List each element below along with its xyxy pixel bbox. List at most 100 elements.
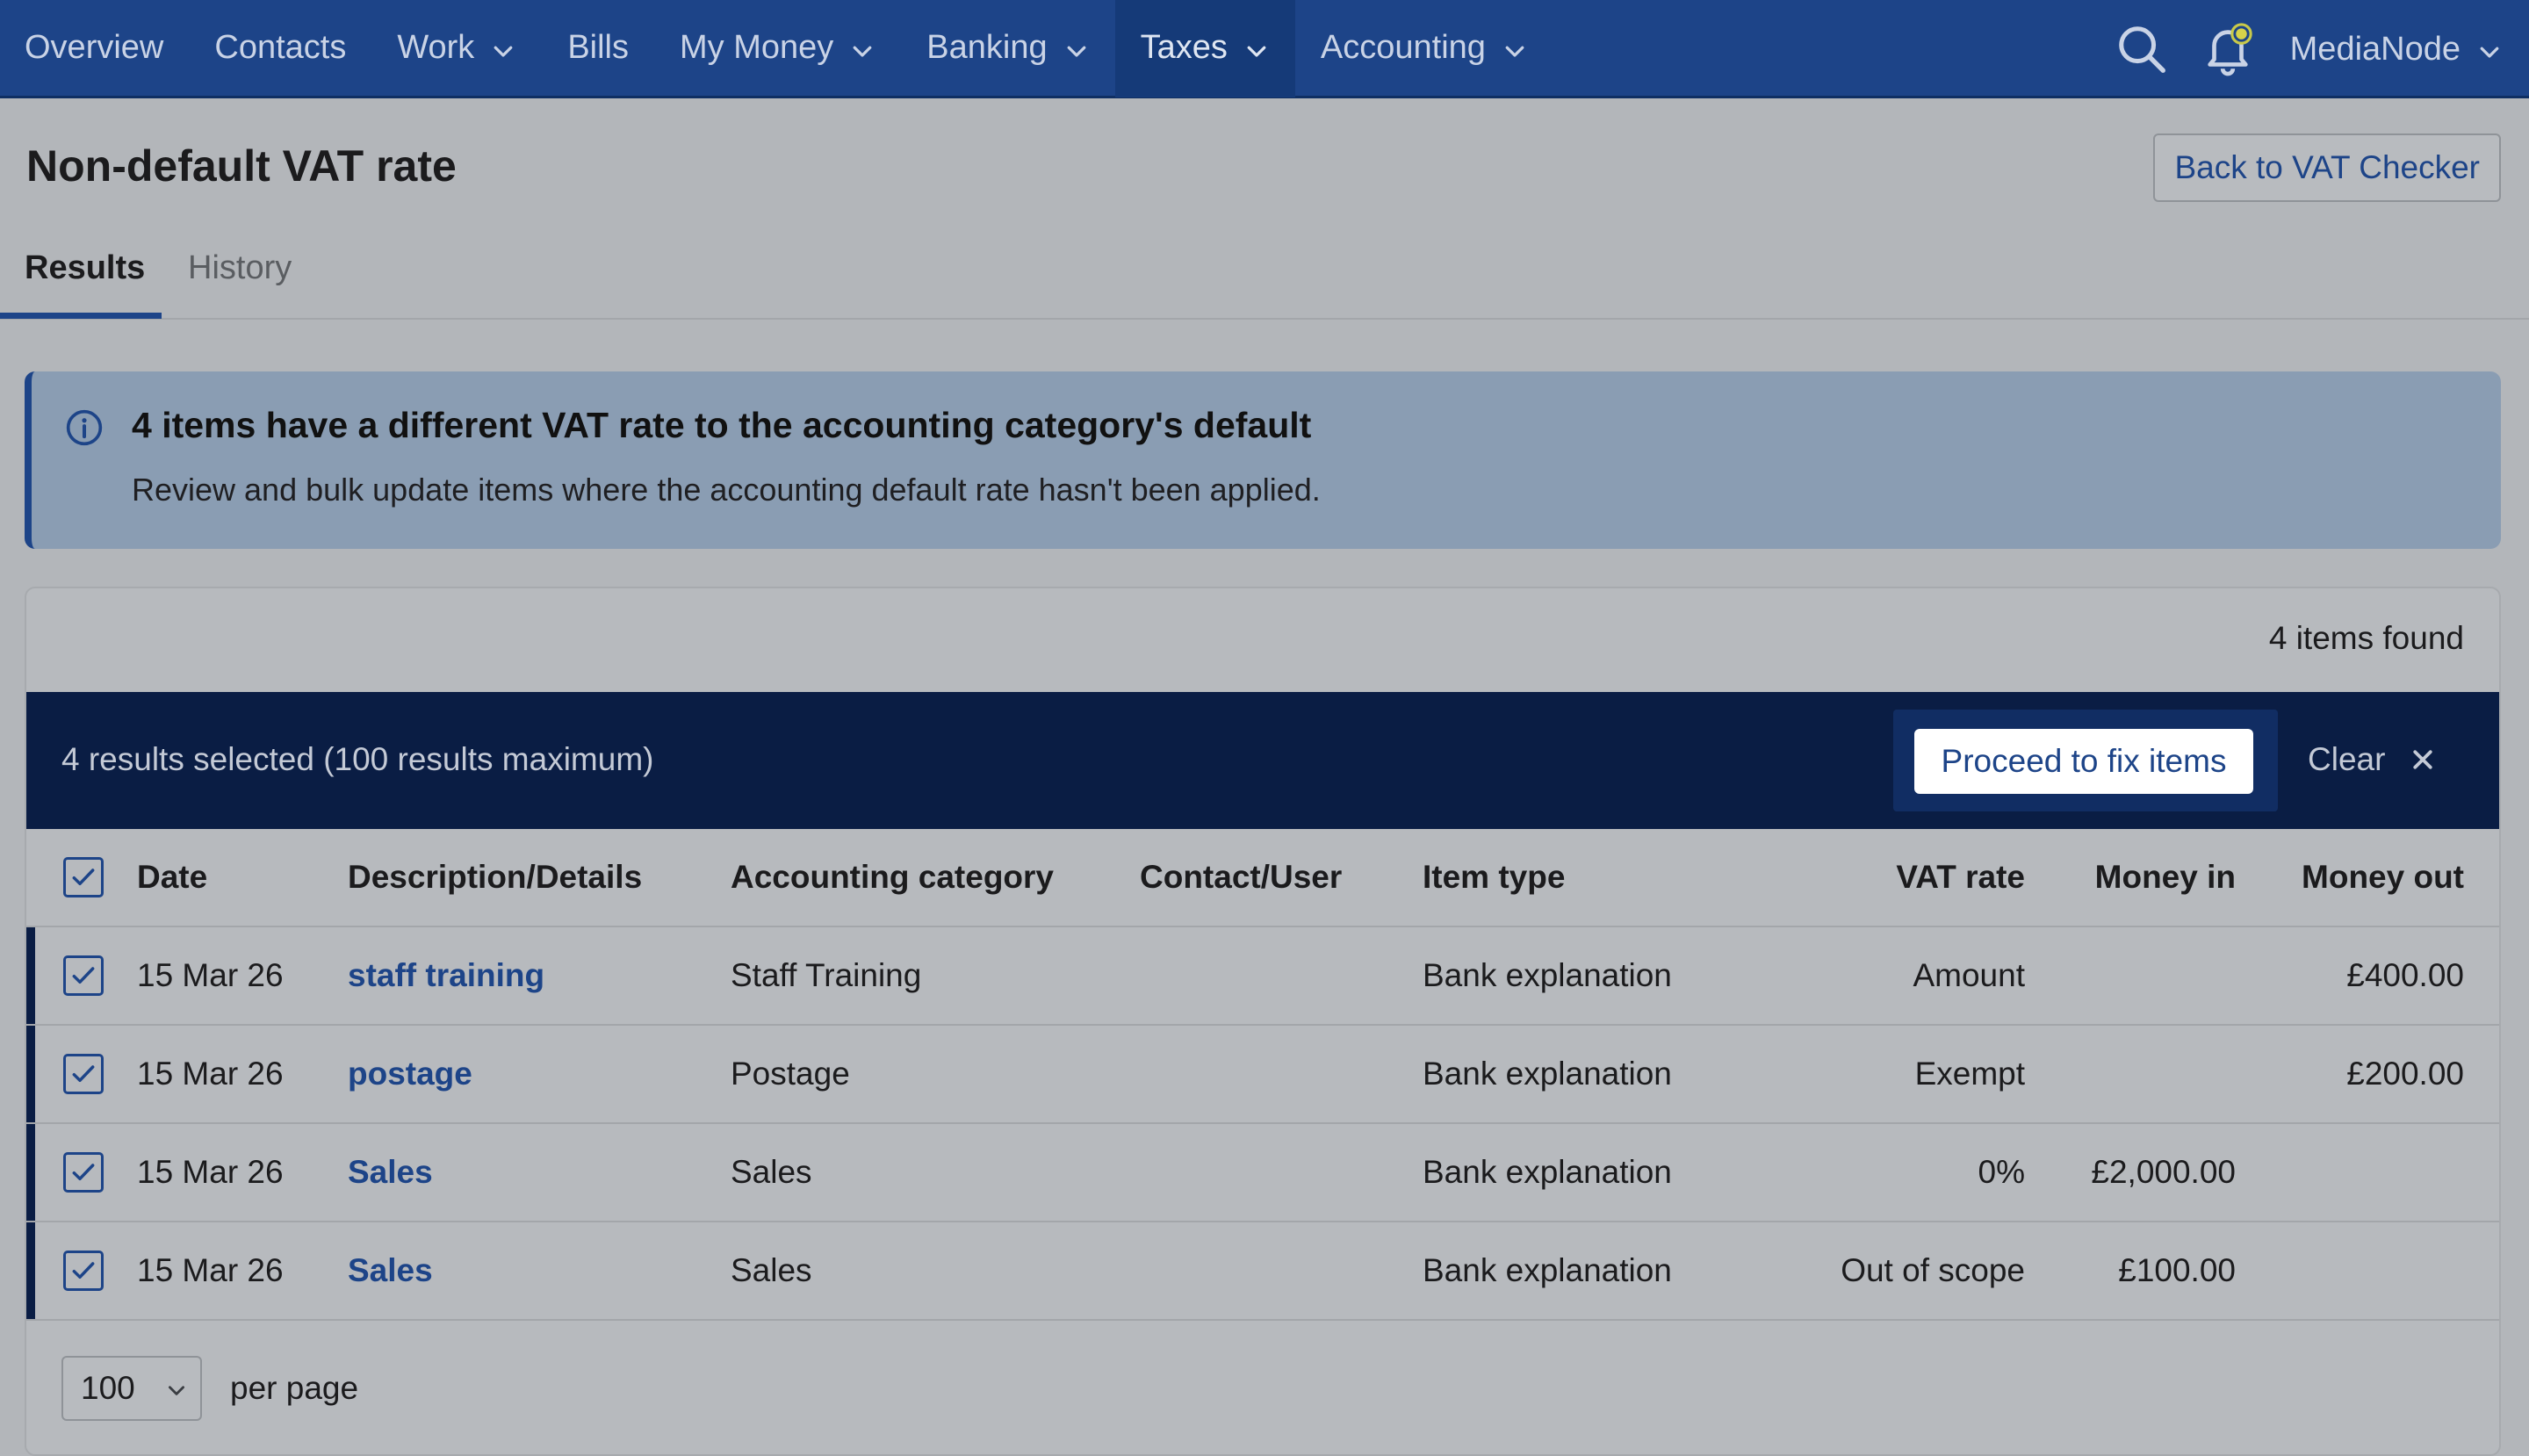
row-checkbox[interactable]: [63, 1251, 104, 1291]
nav-item-accounting[interactable]: Accounting: [1295, 0, 1553, 97]
row-contact: [1140, 1124, 1421, 1221]
tab-bar: Results History: [0, 235, 2529, 320]
results-table: Date Description/Details Accounting cate…: [26, 829, 2499, 1321]
close-icon: [2413, 750, 2433, 769]
per-page-value: 100: [81, 1370, 135, 1406]
back-to-vat-checker-button[interactable]: Back to VAT Checker: [2153, 133, 2501, 202]
chevron-down-icon: [2476, 36, 2503, 62]
check-icon: [72, 1262, 95, 1279]
row-money-in: [2025, 1026, 2236, 1122]
nav-item-work[interactable]: Work: [371, 0, 542, 97]
row-money-out: [2236, 1222, 2464, 1319]
row-date: 15 Mar 26: [137, 957, 284, 993]
nav-label: Taxes: [1140, 29, 1228, 66]
check-icon: [72, 967, 95, 984]
nav-item-my-money[interactable]: My Money: [654, 0, 901, 97]
chevron-down-icon: [1502, 35, 1528, 61]
per-page-select[interactable]: 100: [61, 1356, 202, 1421]
info-icon: [65, 408, 104, 447]
info-alert: 4 items have a different VAT rate to the…: [25, 371, 2501, 549]
column-header-date[interactable]: Date: [137, 829, 313, 926]
row-money-in: £2,000.00: [2091, 1154, 2236, 1190]
check-icon: [72, 1164, 95, 1181]
per-page-label: per page: [230, 1370, 359, 1406]
proceed-to-fix-items-button[interactable]: Proceed to fix items: [1914, 729, 2253, 794]
table-header: Date Description/Details Accounting cate…: [26, 829, 2499, 927]
table-row[interactable]: 15 Mar 26 postage Postage Bank explanati…: [26, 1026, 2499, 1124]
nav-label: Overview: [25, 29, 164, 66]
column-header-money-out[interactable]: Money out: [2236, 829, 2464, 926]
row-category: Postage: [731, 1056, 850, 1092]
nav-items: Overview Contacts Work Bills My Money Ba…: [0, 0, 1553, 97]
row-vat-rate: 0%: [1978, 1154, 2025, 1190]
nav-right: MediaNode: [2115, 0, 2529, 98]
nav-label: Banking: [926, 29, 1048, 66]
row-money-out: £200.00: [2346, 1056, 2464, 1092]
user-name: MediaNode: [2289, 30, 2461, 68]
selection-summary: 4 results selected (100 results maximum): [61, 741, 654, 777]
top-navigation: Overview Contacts Work Bills My Money Ba…: [0, 0, 2529, 98]
row-date: 15 Mar 26: [137, 1056, 284, 1092]
select-all-checkbox[interactable]: [63, 857, 104, 897]
row-money-in: £100.00: [2118, 1252, 2236, 1288]
row-checkbox[interactable]: [63, 1152, 104, 1193]
column-header-vat-rate[interactable]: VAT rate: [1695, 829, 2025, 926]
column-header-money-in[interactable]: Money in: [2025, 829, 2236, 926]
search-icon[interactable]: [2115, 22, 2169, 76]
selection-bar: 4 results selected (100 results maximum)…: [26, 692, 2499, 829]
row-contact: [1140, 1222, 1421, 1319]
table-row[interactable]: 15 Mar 26 staff training Staff Training …: [26, 927, 2499, 1026]
row-description-link[interactable]: staff training: [348, 927, 717, 1024]
active-tab-indicator: [0, 313, 162, 319]
column-header-contact[interactable]: Contact/User: [1140, 829, 1421, 926]
chevron-down-icon: [849, 35, 875, 61]
tab-results[interactable]: Results: [25, 249, 145, 287]
nav-label: Bills: [567, 29, 629, 66]
row-contact: [1140, 1026, 1421, 1122]
tab-history[interactable]: History: [188, 249, 292, 287]
nav-item-bills[interactable]: Bills: [542, 0, 654, 97]
row-money-out: £400.00: [2346, 957, 2464, 993]
page-title: Non-default VAT rate: [26, 141, 457, 191]
nav-item-banking[interactable]: Banking: [901, 0, 1114, 97]
nav-item-taxes[interactable]: Taxes: [1114, 0, 1295, 97]
alert-title: 4 items have a different VAT rate to the…: [132, 405, 1312, 445]
check-icon: [72, 1065, 95, 1083]
chevron-down-icon: [1063, 35, 1090, 61]
row-money-in: [2025, 927, 2236, 1024]
alert-body: Review and bulk update items where the a…: [132, 472, 1321, 508]
table-row[interactable]: 15 Mar 26 Sales Sales Bank explanation O…: [26, 1222, 2499, 1321]
row-category: Sales: [731, 1252, 812, 1288]
nav-label: Work: [397, 29, 475, 66]
proceed-button-focus-ring: Proceed to fix items: [1893, 710, 2278, 811]
table-row[interactable]: 15 Mar 26 Sales Sales Bank explanation 0…: [26, 1124, 2499, 1222]
row-description-link[interactable]: Sales: [348, 1124, 717, 1221]
chevron-down-icon: [490, 35, 516, 61]
row-description-link[interactable]: Sales: [348, 1222, 717, 1319]
row-description-link[interactable]: postage: [348, 1026, 717, 1122]
items-found-count: 4 items found: [2268, 620, 2464, 656]
column-header-category[interactable]: Accounting category: [731, 829, 1135, 926]
check-icon: [72, 869, 95, 886]
pagination: 100 per page: [61, 1356, 358, 1421]
column-header-description[interactable]: Description/Details: [348, 829, 717, 926]
bell-icon[interactable]: [2201, 22, 2255, 76]
row-money-out: [2236, 1124, 2464, 1221]
row-checkbox[interactable]: [63, 1054, 104, 1094]
row-contact: [1140, 927, 1421, 1024]
row-checkbox[interactable]: [63, 955, 104, 996]
row-date: 15 Mar 26: [137, 1252, 284, 1288]
chevron-down-icon: [1243, 35, 1270, 61]
user-menu[interactable]: MediaNode: [2290, 31, 2529, 68]
row-vat-rate: Exempt: [1914, 1056, 2025, 1092]
nav-item-overview[interactable]: Overview: [0, 0, 189, 97]
results-card: 4 items found 4 results selected (100 re…: [25, 587, 2501, 1456]
nav-label: Contacts: [214, 29, 347, 66]
clear-selection-button[interactable]: Clear: [2308, 741, 2436, 778]
chevron-down-icon: [169, 1386, 184, 1395]
row-category: Staff Training: [731, 957, 922, 993]
nav-item-contacts[interactable]: Contacts: [189, 0, 371, 97]
row-category: Sales: [731, 1154, 812, 1190]
row-vat-rate: Amount: [1913, 957, 2025, 993]
nav-label: My Money: [680, 29, 834, 66]
